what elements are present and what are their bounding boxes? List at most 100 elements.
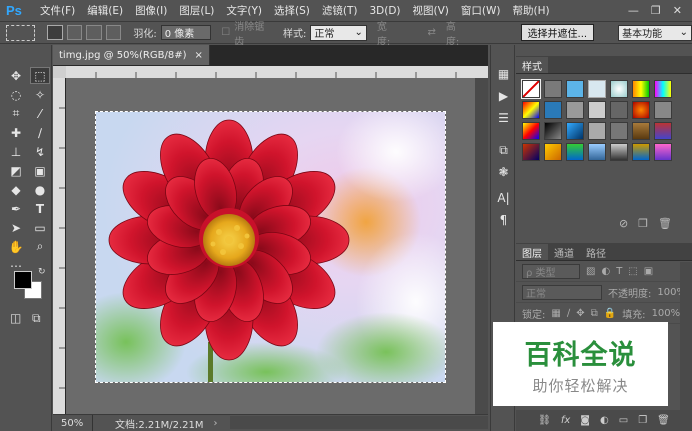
subtract-selection-mode-icon[interactable]: [86, 25, 102, 40]
style-swatch[interactable]: [522, 101, 540, 119]
style-swatch[interactable]: [566, 80, 584, 98]
lock-paint-icon[interactable]: ∕: [567, 308, 570, 319]
layer-style-icon[interactable]: fx: [561, 415, 570, 426]
delete-layer-icon[interactable]: 🗑: [657, 415, 670, 426]
close-icon[interactable]: ×: [195, 50, 203, 61]
style-swatch[interactable]: [588, 122, 606, 140]
move-tool-icon[interactable]: ✥: [6, 67, 26, 84]
history-panel-icon[interactable]: ▦: [494, 65, 513, 83]
tab-paths[interactable]: 路径: [580, 244, 612, 260]
brush-panel-icon[interactable]: ❃: [494, 163, 513, 181]
link-layers-icon[interactable]: ⛓: [538, 415, 551, 426]
new-group-icon[interactable]: ▭: [619, 415, 628, 426]
marquee-preset-icon[interactable]: [6, 24, 36, 41]
status-arrow-icon[interactable]: ›: [214, 418, 218, 429]
paragraph-panel-icon[interactable]: ¶: [494, 211, 513, 229]
style-swatch[interactable]: [632, 122, 650, 140]
foreground-color-swatch[interactable]: [14, 271, 32, 289]
brush-tool-icon[interactable]: ∕: [30, 124, 50, 141]
history-brush-tool-icon[interactable]: ↯: [30, 143, 50, 160]
swap-colors-icon[interactable]: ↻: [38, 267, 46, 277]
menu-help[interactable]: 帮助(H): [507, 3, 556, 18]
pen-tool-icon[interactable]: ✒: [6, 200, 26, 217]
eraser-tool-icon[interactable]: ◩: [6, 162, 26, 179]
filter-adjustment-icon[interactable]: ◐: [601, 266, 610, 277]
style-swatch[interactable]: [632, 143, 650, 161]
new-selection-mode-icon[interactable]: [47, 25, 63, 40]
blur-tool-icon[interactable]: ◆: [6, 181, 26, 198]
lock-position-icon[interactable]: ✥: [576, 308, 584, 319]
path-selection-tool-icon[interactable]: ➤: [6, 219, 26, 236]
antialias-checkbox[interactable]: ☐: [221, 27, 230, 38]
blend-mode-select[interactable]: 正常: [522, 284, 602, 300]
zoom-tool-icon[interactable]: ⌕: [30, 238, 50, 255]
menu-edit[interactable]: 编辑(E): [81, 3, 129, 18]
gradient-tool-icon[interactable]: ▣: [30, 162, 50, 179]
vertical-scrollbar[interactable]: [475, 78, 488, 414]
character-panel-icon[interactable]: A|: [494, 189, 513, 207]
style-swatch[interactable]: [632, 101, 650, 119]
style-swatch[interactable]: [544, 143, 562, 161]
adjustment-layer-icon[interactable]: ◐: [600, 415, 609, 426]
crop-tool-icon[interactable]: ⌗: [6, 105, 26, 122]
clear-style-icon[interactable]: ⊘: [619, 217, 628, 230]
tab-styles[interactable]: 样式: [516, 57, 548, 73]
lock-all-icon[interactable]: 🔒: [604, 308, 616, 319]
horizontal-ruler[interactable]: [66, 66, 488, 78]
style-swatch[interactable]: [654, 143, 672, 161]
lock-transparent-icon[interactable]: ▦: [551, 308, 560, 319]
magic-wand-tool-icon[interactable]: ✧: [30, 86, 50, 103]
filter-pixel-icon[interactable]: ▨: [586, 266, 595, 277]
menu-view[interactable]: 视图(V): [407, 3, 455, 18]
tab-channels[interactable]: 通道: [548, 244, 580, 260]
style-swatch[interactable]: [522, 143, 540, 161]
style-swatch[interactable]: [610, 122, 628, 140]
lock-artboard-icon[interactable]: ⧉: [591, 308, 598, 319]
dodge-tool-icon[interactable]: ●: [30, 181, 50, 198]
filter-shape-icon[interactable]: ⬚: [628, 266, 637, 277]
menu-3d[interactable]: 3D(D): [363, 5, 406, 17]
menu-type[interactable]: 文字(Y): [220, 3, 268, 18]
layers-scrollbar[interactable]: [680, 262, 692, 410]
style-swatch[interactable]: [544, 122, 562, 140]
zoom-level[interactable]: 50%: [53, 415, 93, 431]
document-image[interactable]: [95, 111, 446, 383]
menu-filter[interactable]: 滤镜(T): [316, 3, 364, 18]
add-selection-mode-icon[interactable]: [66, 25, 83, 40]
style-swatch[interactable]: [610, 101, 628, 119]
tab-layers[interactable]: 图层: [516, 244, 548, 260]
new-style-icon[interactable]: ❐: [638, 217, 648, 230]
style-swatch[interactable]: [588, 143, 606, 161]
layer-filter-select[interactable]: ρ 类型: [522, 263, 580, 279]
color-swatches[interactable]: ↻: [14, 267, 48, 305]
fill-value[interactable]: 100%: [652, 308, 681, 319]
clone-source-panel-icon[interactable]: ⧉: [494, 141, 513, 159]
style-swatch[interactable]: [610, 143, 628, 161]
properties-panel-icon[interactable]: ☰: [494, 109, 513, 127]
style-swatch[interactable]: [654, 101, 672, 119]
new-layer-icon[interactable]: ❐: [638, 415, 647, 426]
menu-select[interactable]: 选择(S): [268, 3, 316, 18]
style-swatch[interactable]: [632, 80, 650, 98]
swap-dimensions-icon[interactable]: ⇄: [428, 27, 436, 38]
style-swatch[interactable]: [588, 101, 606, 119]
style-swatch[interactable]: [654, 80, 672, 98]
style-swatch[interactable]: [566, 122, 584, 140]
menu-layer[interactable]: 图层(L): [173, 3, 220, 18]
style-swatch[interactable]: [610, 80, 628, 98]
menu-window[interactable]: 窗口(W): [455, 3, 507, 18]
document-info[interactable]: 文档:2.21M/2.21M: [93, 416, 204, 431]
quick-mask-icon[interactable]: ◫: [10, 311, 21, 325]
close-button[interactable]: ✕: [673, 4, 682, 17]
eyedropper-tool-icon[interactable]: ⁄: [30, 105, 50, 122]
style-swatch[interactable]: [544, 80, 562, 98]
style-swatch[interactable]: [521, 79, 541, 99]
restore-button[interactable]: ❐: [651, 4, 661, 17]
ruler-origin[interactable]: [53, 66, 66, 78]
select-and-mask-button[interactable]: 选择并遮住...: [520, 24, 595, 41]
style-swatch[interactable]: [566, 101, 584, 119]
clone-stamp-tool-icon[interactable]: ⊥: [6, 143, 26, 160]
workspace-select[interactable]: 基本功能 ⌄: [618, 24, 692, 41]
document-tab[interactable]: timg.jpg @ 50%(RGB/8#) ×: [53, 45, 210, 65]
menu-image[interactable]: 图像(I): [129, 3, 173, 18]
